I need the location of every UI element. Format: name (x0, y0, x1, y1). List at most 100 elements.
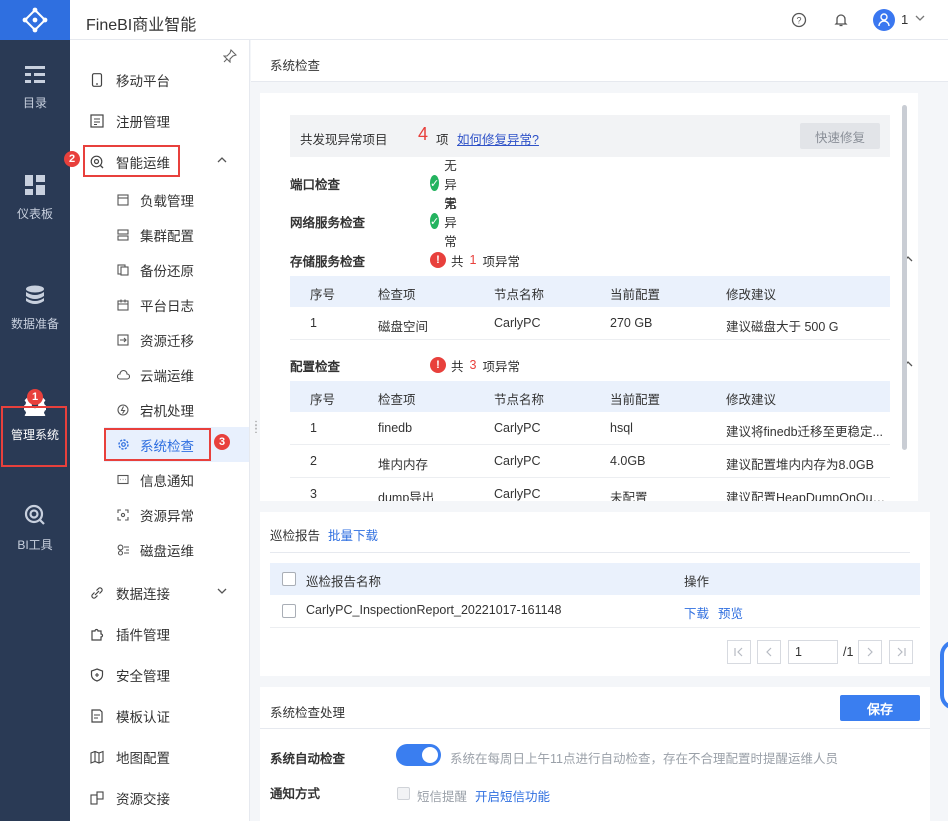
phone-icon (90, 72, 104, 87)
nav-bi-tools[interactable]: BI工具 (0, 488, 70, 568)
backup-icon (116, 263, 130, 277)
menu-plugin-management[interactable]: 插件管理 (70, 616, 250, 651)
page-title: 系统检查 (270, 59, 321, 73)
menu-security[interactable]: 安全管理 (70, 657, 250, 692)
col-report-name: 巡检报告名称 (306, 575, 382, 589)
download-link[interactable]: 下载 (684, 603, 709, 622)
exception-count: 3 (469, 358, 477, 372)
col-current: 当前配置 (610, 288, 661, 302)
floating-assistant-button[interactable] (940, 640, 948, 710)
menu-template-auth[interactable]: 模板认证 (70, 698, 250, 733)
preview-link[interactable]: 预览 (718, 603, 743, 622)
cell: 4.0GB (610, 454, 646, 468)
menu-label: 安全管理 (116, 668, 170, 684)
check-label: 端口检查 (290, 177, 341, 192)
auto-check-toggle[interactable] (396, 744, 441, 766)
quick-fix-button[interactable]: 快速修复 (800, 123, 880, 149)
scrollbar[interactable] (902, 105, 907, 450)
message-icon (116, 473, 130, 487)
chevron-up-icon[interactable] (216, 154, 228, 169)
check-status: ! 共 1 项异常 (430, 251, 520, 270)
check-label: 配置检查 (290, 359, 341, 374)
menu-resource-exception[interactable]: 资源异常 (70, 497, 250, 532)
menu-load-management[interactable]: 负载管理 (70, 182, 250, 217)
warning-icon: ! (430, 252, 446, 268)
finebi-logo-icon (22, 7, 48, 33)
menu-registration[interactable]: 注册管理 (70, 103, 250, 138)
menu-crash-handling[interactable]: 宕机处理 (70, 392, 250, 427)
menu-platform-log[interactable]: 平台日志 (70, 287, 250, 322)
cell: 2 (310, 454, 317, 468)
cell: 1 (310, 316, 317, 330)
nav-label: 仪表板 (16, 206, 53, 221)
user-avatar[interactable] (873, 9, 895, 31)
check-status: ! 共 3 项异常 (430, 356, 520, 375)
how-to-fix-link[interactable]: 如何修复异常? (457, 129, 539, 148)
user-name[interactable]: 1 (901, 12, 908, 27)
chevron-right-icon (867, 647, 873, 657)
menu-label: 信息通知 (140, 473, 194, 489)
cloud-icon (116, 368, 130, 382)
menu-label: 数据连接 (116, 586, 170, 602)
nav-data-prep[interactable]: 数据准备 (0, 268, 70, 348)
nav-catalog[interactable]: 目录 (0, 48, 70, 128)
table-row: CarlyPC_InspectionReport_20221017-161148… (270, 595, 920, 628)
menu-cloud-ops[interactable]: 云端运维 (70, 357, 250, 392)
first-page-button[interactable] (727, 640, 751, 664)
check-ok-icon: ✓ (430, 213, 440, 229)
menu-mobile-platform[interactable]: 移动平台 (70, 62, 250, 97)
summary-bar: 共发现异常项目 4 项 如何修复异常? 快速修复 (290, 115, 890, 157)
page-input[interactable]: 1 (788, 640, 838, 664)
menu-map-config[interactable]: 地图配置 (70, 739, 250, 774)
row-checkbox[interactable] (282, 604, 296, 618)
menu-resource-migration[interactable]: 资源迁移 (70, 322, 250, 357)
menu-resource-handover[interactable]: 资源交接 (70, 780, 250, 815)
menu-backup-restore[interactable]: 备份还原 (70, 252, 250, 287)
storage-table: 序号 检查项 节点名称 当前配置 修改建议 1 磁盘空间 CarlyPC 270… (290, 276, 890, 340)
sms-checkbox[interactable] (397, 787, 410, 800)
save-button[interactable]: 保存 (840, 695, 920, 721)
chevron-down-icon[interactable] (216, 585, 228, 600)
last-page-button[interactable] (889, 640, 913, 664)
link-icon (90, 586, 104, 600)
next-page-button[interactable] (858, 640, 882, 664)
step-badge-1: 1 (27, 389, 43, 405)
col-current: 当前配置 (610, 393, 661, 407)
cell: 建议将finedb迁移至更稳定... (726, 425, 883, 439)
last-page-icon (897, 647, 906, 657)
enable-sms-link[interactable]: 开启短信功能 (475, 786, 550, 805)
menu-notification[interactable]: 信息通知 (70, 462, 250, 497)
select-all-checkbox[interactable] (282, 572, 296, 586)
nav-dashboard[interactable]: 仪表板 (0, 158, 70, 238)
check-status: ✓ 无异常 (430, 193, 464, 250)
status-text: 无异常 (444, 196, 457, 249)
col-item: 检查项 (378, 393, 416, 407)
divider (270, 552, 910, 553)
prev-page-button[interactable] (757, 640, 781, 664)
report-file-name: CarlyPC_InspectionReport_20221017-161148 (306, 603, 562, 617)
inspection-report-panel: 巡检报告 批量下载 巡检报告名称 操作 CarlyPC_InspectionRe… (260, 512, 930, 676)
app-title: FineBI商业智能 (86, 17, 197, 34)
plugin-icon (90, 627, 104, 641)
status-text: 项异常 (482, 359, 520, 374)
logo[interactable] (0, 0, 70, 40)
menu-disk-ops[interactable]: 磁盘运维 (70, 532, 250, 567)
batch-download-link[interactable]: 批量下载 (328, 525, 378, 544)
cell: 建议配置堆内内存为8.0GB (726, 458, 874, 472)
cell: 建议磁盘大于 500 G (726, 320, 839, 334)
col-item: 检查项 (378, 288, 416, 302)
menu-label: 模板认证 (116, 709, 170, 725)
chevron-down-icon[interactable] (914, 12, 926, 27)
shield-icon (90, 667, 104, 682)
highlight-box (83, 145, 180, 177)
table-header: 序号 检查项 节点名称 当前配置 修改建议 (290, 381, 890, 412)
top-bar: FineBI商业智能 ? 1 (0, 0, 948, 40)
menu-data-connection[interactable]: 数据连接 (70, 575, 250, 610)
auto-check-hint: 系统在每周日上午11点进行自动检查，存在不合理配置时提醒运维人员 (450, 752, 838, 766)
bell-icon[interactable] (831, 10, 851, 30)
load-icon (116, 193, 130, 207)
menu-label: 注册管理 (116, 114, 170, 130)
help-icon[interactable]: ? (789, 10, 809, 30)
menu-cluster-config[interactable]: 集群配置 (70, 217, 250, 252)
cell: 磁盘空间 (378, 320, 429, 334)
